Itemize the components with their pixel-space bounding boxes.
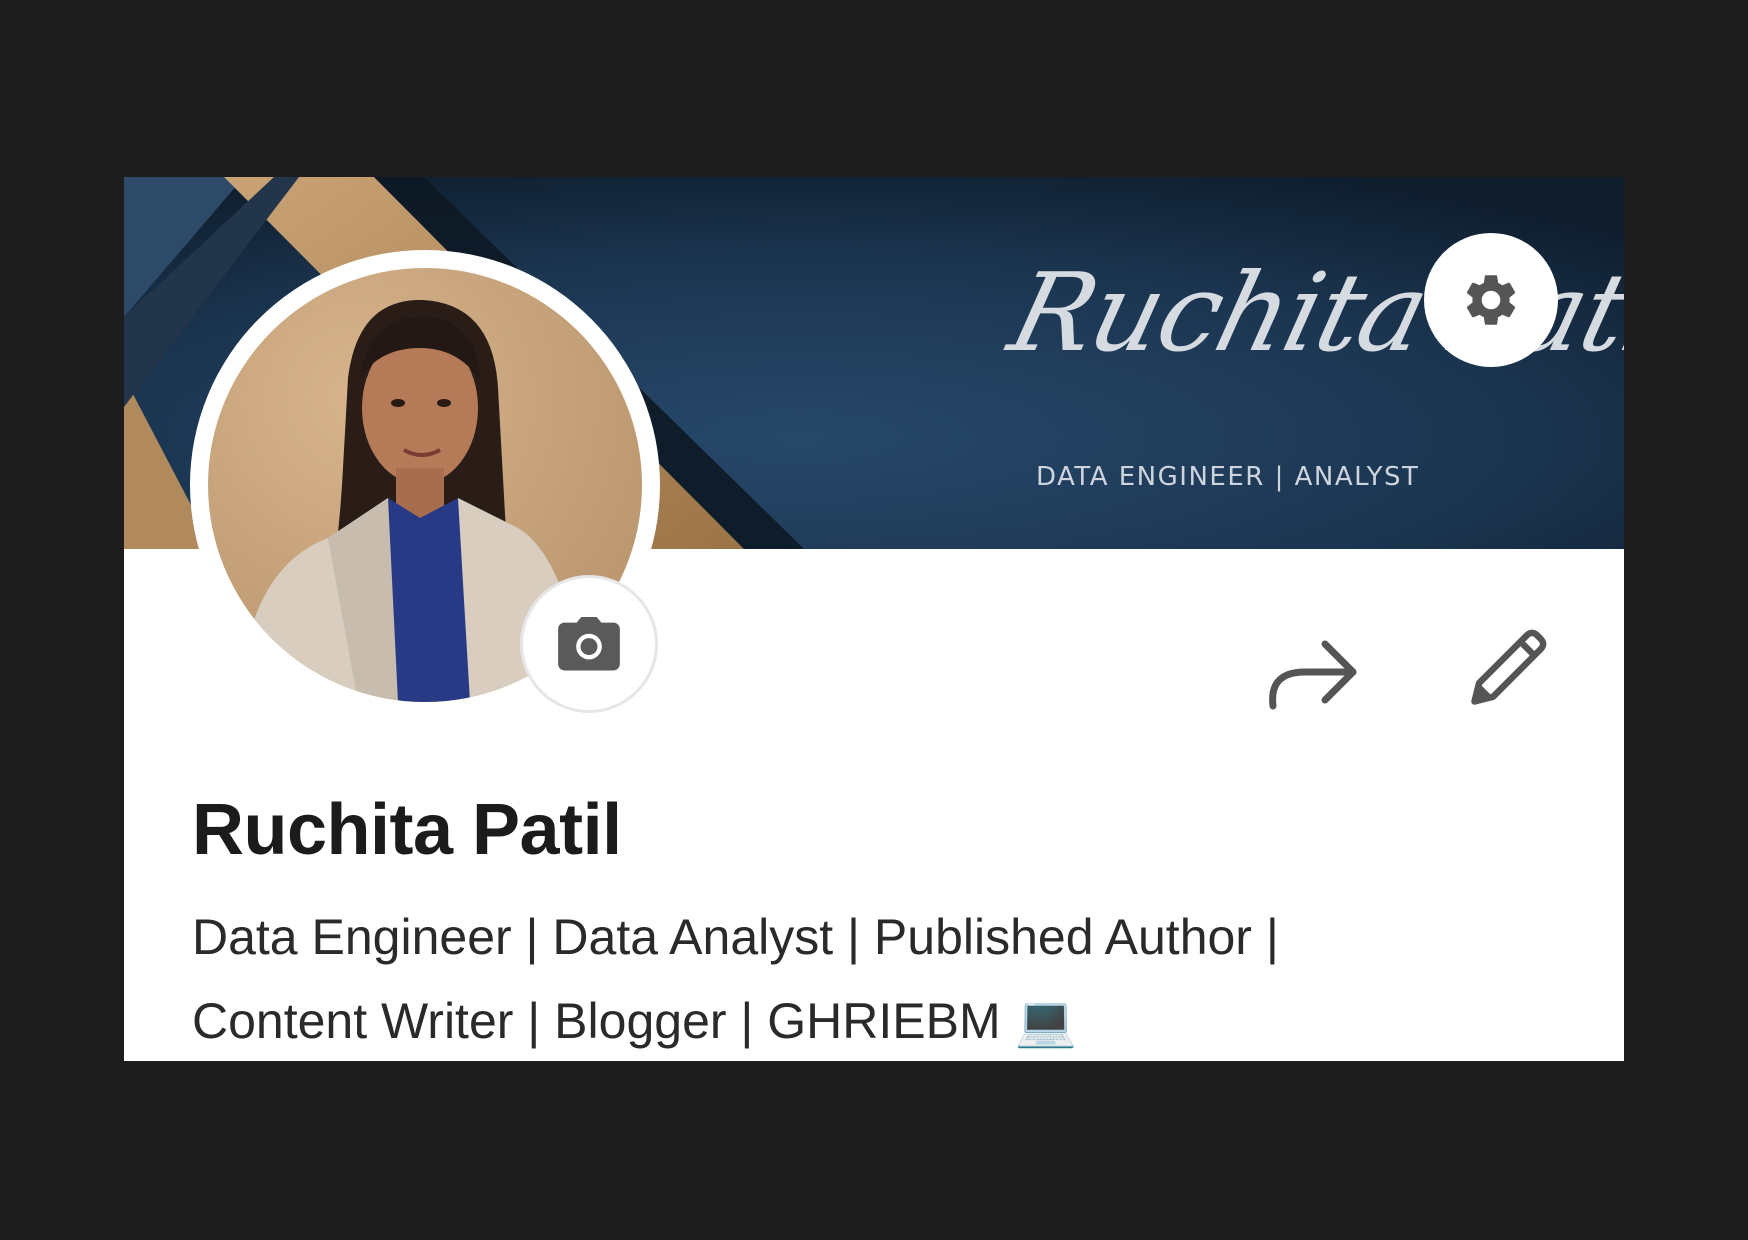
profile-headline: Data Engineer | Data Analyst | Published… <box>192 895 1572 1061</box>
headline-line-1: Data Engineer | Data Analyst | Published… <box>192 909 1279 965</box>
share-profile-button[interactable] <box>1258 617 1368 727</box>
gear-icon <box>1466 275 1516 325</box>
banner-subtitle: DATA ENGINEER | ANALYST <box>1036 462 1420 492</box>
change-photo-button[interactable] <box>520 575 658 713</box>
banner-settings-button[interactable] <box>1424 233 1558 367</box>
headline-line-2: Content Writer | Blogger | GHRIEBM 💻 <box>192 993 1077 1049</box>
profile-name: Ruchita Patil <box>192 790 622 870</box>
pencil-icon <box>1471 629 1547 705</box>
camera-icon <box>558 617 620 671</box>
edit-profile-button[interactable] <box>1454 607 1564 727</box>
share-arrow-icon <box>1269 640 1357 710</box>
profile-card: Ruchita Patil DATA ENGINEER | ANALYST <box>124 177 1624 1061</box>
